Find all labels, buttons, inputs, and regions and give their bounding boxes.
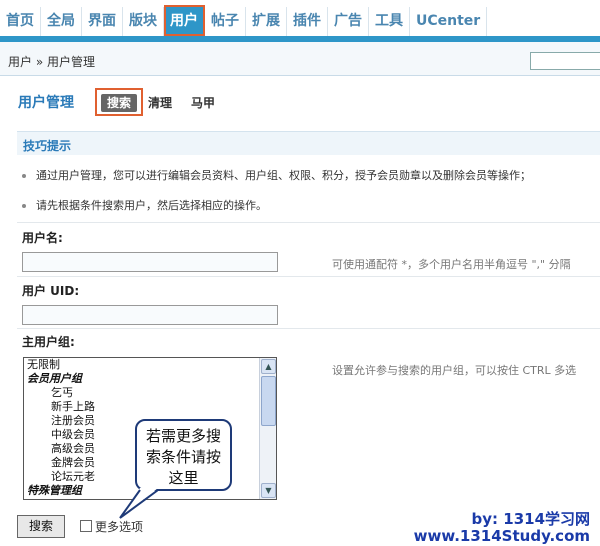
callout-line: 若需更多搜 bbox=[145, 427, 221, 445]
bullet-icon bbox=[22, 204, 26, 208]
username-input[interactable] bbox=[22, 252, 278, 272]
nav-item-tools[interactable]: 工具 bbox=[369, 7, 410, 36]
annotation-callout: 若需更多搜 索条件请按 这里 bbox=[135, 419, 232, 491]
divider bbox=[17, 276, 600, 277]
search-button[interactable]: 搜索 bbox=[17, 515, 65, 538]
nav-item-global[interactable]: 全局 bbox=[41, 7, 82, 36]
watermark-line1: by: 1314学习网 bbox=[471, 510, 590, 528]
nav-item-users[interactable]: 用户 bbox=[164, 5, 205, 36]
nav-item-ads[interactable]: 广告 bbox=[328, 7, 369, 36]
callout-line: 这里 bbox=[168, 469, 199, 487]
callout-tail-icon bbox=[119, 488, 158, 519]
nav-item-ucenter[interactable]: UCenter bbox=[410, 7, 488, 36]
page-title: 用户管理 bbox=[18, 95, 74, 111]
scrollbar[interactable]: ▲ ▼ bbox=[259, 358, 276, 499]
nav-item-plugins[interactable]: 插件 bbox=[287, 7, 328, 36]
callout-line: 索条件请按 bbox=[145, 448, 221, 466]
group-option[interactable]: 无限制 bbox=[24, 358, 276, 372]
title-row: 用户管理 搜索 清理 马甲 bbox=[0, 88, 600, 116]
watermark-line2: www.1314Study.com bbox=[413, 527, 590, 545]
scroll-down-icon[interactable]: ▼ bbox=[261, 483, 276, 498]
tip-item: 请先根据条件搜索用户，然后选择相应的操作。 bbox=[22, 197, 267, 213]
nav-item-home[interactable]: 首页 bbox=[0, 7, 41, 36]
tab-search-highlight: 搜索 bbox=[95, 88, 143, 116]
tip-text: 请先根据条件搜索用户，然后选择相应的操作。 bbox=[36, 199, 267, 212]
breadcrumb: 用户 » 用户管理 bbox=[8, 55, 95, 69]
tab-puppet[interactable]: 马甲 bbox=[191, 94, 215, 111]
top-nav: 首页 全局 界面 版块 用户 帖子 扩展 插件 广告 工具 UCenter bbox=[0, 0, 600, 42]
group-option[interactable]: 乞丐 bbox=[24, 386, 276, 400]
divider bbox=[17, 222, 600, 223]
uid-input[interactable] bbox=[22, 305, 278, 325]
tips-header: 技巧提示 bbox=[17, 131, 600, 155]
quick-search-input[interactable] bbox=[530, 52, 600, 70]
nav-item-extend[interactable]: 扩展 bbox=[246, 7, 287, 36]
nav-items: 首页 全局 界面 版块 用户 帖子 扩展 插件 广告 工具 UCenter bbox=[0, 5, 488, 36]
scroll-up-icon[interactable]: ▲ bbox=[261, 359, 276, 374]
group-label: 主用户组: bbox=[22, 335, 75, 349]
nav-item-forums[interactable]: 版块 bbox=[123, 7, 164, 36]
nav-item-threads[interactable]: 帖子 bbox=[205, 7, 246, 36]
more-options-checkbox[interactable] bbox=[80, 520, 92, 532]
username-hint: 可使用通配符 *，多个用户名用半角逗号 "," 分隔 bbox=[332, 258, 571, 271]
group-hint: 设置允许参与搜索的用户组，可以按住 CTRL 多选 bbox=[332, 364, 577, 377]
tips-title: 技巧提示 bbox=[23, 139, 72, 153]
divider bbox=[17, 328, 600, 329]
tip-item: 通过用户管理，您可以进行编辑会员资料、用户组、权限、积分，授予会员勋章以及删除会… bbox=[22, 167, 531, 183]
bullet-icon bbox=[22, 174, 26, 178]
uid-label: 用户 UID: bbox=[22, 284, 80, 298]
tab-search[interactable]: 搜索 bbox=[101, 94, 137, 112]
group-option[interactable]: 新手上路 bbox=[24, 400, 276, 414]
tip-text: 通过用户管理，您可以进行编辑会员资料、用户组、权限、积分，授予会员勋章以及删除会… bbox=[36, 169, 531, 182]
nav-item-style[interactable]: 界面 bbox=[82, 7, 123, 36]
scroll-thumb[interactable] bbox=[261, 376, 276, 426]
username-label: 用户名: bbox=[22, 231, 63, 245]
more-options-label[interactable]: 更多选项 bbox=[95, 518, 143, 535]
breadcrumb-bar: 用户 » 用户管理 bbox=[0, 42, 600, 76]
group-category-option: 会员用户组 bbox=[27, 372, 82, 385]
tab-clean[interactable]: 清理 bbox=[148, 94, 172, 111]
